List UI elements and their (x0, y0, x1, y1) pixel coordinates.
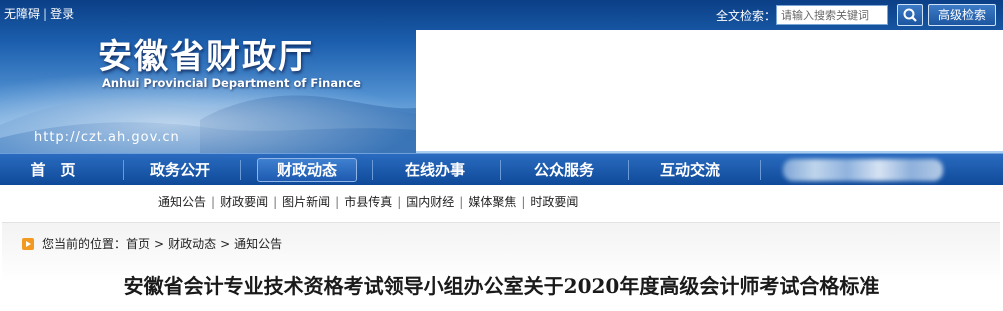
nav-item-public-services[interactable]: 公众服务 (519, 158, 609, 182)
subnav-separator: | (273, 195, 278, 209)
search-input[interactable] (776, 5, 888, 25)
nav-divider (760, 160, 761, 180)
nav-item-finance-news[interactable]: 财政动态 (257, 158, 357, 182)
subnav-separator: | (521, 195, 526, 209)
subnav-item-media-focus[interactable]: 媒体聚焦 (468, 195, 516, 209)
breadcrumb-finance-news[interactable]: 财政动态 (168, 237, 216, 251)
top-links-separator: | (43, 7, 48, 21)
nav-item-gov-affairs[interactable]: 政务公开 (132, 158, 228, 182)
nav-divider (240, 160, 241, 180)
login-link[interactable]: 登录 (50, 7, 74, 21)
nav-blurred-region (783, 159, 943, 181)
sub-nav: 通知公告 | 财政要闻 | 图片新闻 | 市县传真 | 国内财经 | 媒体聚焦 | 时政要闻 (158, 193, 578, 210)
site-url: http://czt.ah.gov.cn (34, 130, 180, 145)
page: 无障碍 | 登录 安徽省财政厅 Anhui Provincial Departmen… (0, 0, 1003, 311)
accessibility-link[interactable]: 无障碍 (4, 7, 40, 21)
site-title: 安徽省财政厅 (98, 37, 314, 77)
nav-divider (123, 160, 124, 180)
subnav-item-county-news[interactable]: 市县传真 (344, 195, 392, 209)
breadcrumb: 您当前的位置：首页 > 财政动态 > 通知公告 (22, 235, 282, 252)
location-marker-icon (22, 238, 34, 250)
site-subtitle: Anhui Provincial Department of Finance (102, 76, 361, 90)
nav-divider (500, 160, 501, 180)
breadcrumb-prefix: 您当前的位置： (42, 237, 127, 251)
banner-blank-area (416, 30, 1003, 151)
search-button[interactable] (897, 4, 923, 26)
subnav-item-domestic-finance[interactable]: 国内财经 (406, 195, 454, 209)
nav-item-online-services[interactable]: 在线办事 (390, 158, 480, 182)
nav-divider (372, 160, 373, 180)
main-nav: 首 页 政务公开 财政动态 在线办事 公众服务 互动交流 (0, 153, 1003, 185)
nav-item-interaction[interactable]: 互动交流 (645, 158, 735, 182)
advanced-search-button[interactable]: 高级检索 (928, 4, 996, 26)
breadcrumb-arrow: > (154, 237, 165, 251)
subnav-separator: | (211, 195, 216, 209)
nav-divider (628, 160, 629, 180)
search-label: 全文检索： (716, 9, 777, 23)
subnav-item-notices[interactable]: 通知公告 (158, 195, 206, 209)
subnav-separator: | (459, 195, 464, 209)
breadcrumb-home[interactable]: 首页 (126, 237, 150, 251)
subnav-separator: | (397, 195, 402, 209)
subnav-item-finance-news[interactable]: 财政要闻 (220, 195, 268, 209)
breadcrumb-notices[interactable]: 通知公告 (234, 237, 282, 251)
subnav-separator: | (335, 195, 340, 209)
article-title: 安徽省会计专业技术资格考试领导小组办公室关于2020年度高级会计师考试合格标准 (123, 274, 880, 298)
header-banner: 无障碍 | 登录 安徽省财政厅 Anhui Provincial Departmen… (0, 0, 1003, 153)
search-icon (903, 8, 917, 22)
breadcrumb-arrow: > (220, 237, 231, 251)
top-links: 无障碍 | 登录 (4, 5, 74, 22)
subnav-item-political-news[interactable]: 时政要闻 (530, 195, 578, 209)
subnav-item-photo-news[interactable]: 图片新闻 (282, 195, 330, 209)
nav-item-home[interactable]: 首 页 (8, 158, 98, 182)
